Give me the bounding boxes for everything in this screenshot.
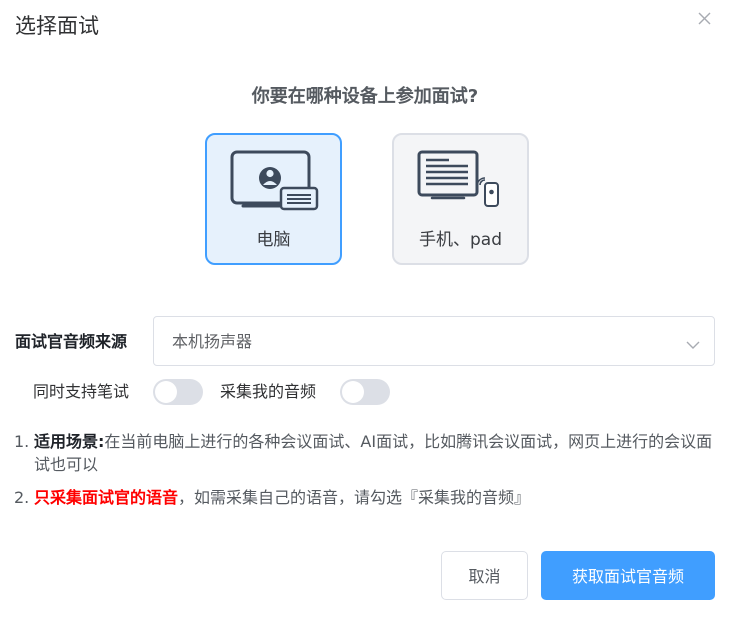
device-option-mobile[interactable]: 手机、pad	[392, 133, 529, 265]
note-bold: 适用场景:	[34, 432, 105, 451]
written-test-label: 同时支持笔试	[33, 382, 130, 401]
audio-source-value: 本机扬声器	[172, 332, 253, 351]
device-question: 你要在哪种设备上参加面试?	[251, 86, 479, 107]
audio-source-select[interactable]: 本机扬声器	[153, 316, 715, 366]
note-text: 在当前电脑上进行的各种会议面试、AI面试，比如腾讯会议面试，网页上进行的会议面试…	[34, 432, 713, 474]
cancel-button[interactable]: 取消	[441, 551, 528, 600]
dialog-title: 选择面试	[15, 14, 99, 38]
note-text: ，如需采集自己的语音，请勾选『采集我的音频』	[178, 488, 531, 507]
note-number: 2.	[14, 488, 30, 507]
capture-my-audio-switch[interactable]	[340, 379, 390, 405]
switch-knob	[342, 381, 364, 403]
device-label-mobile: 手机、pad	[419, 230, 502, 250]
notes-list: 1. 适用场景:在当前电脑上进行的各种会议面试、AI面试，比如腾讯会议面试，网页…	[14, 430, 716, 509]
get-interviewer-audio-button[interactable]: 获取面试官音频	[541, 551, 715, 600]
audio-source-label: 面试官音频来源	[15, 332, 128, 351]
note-item: 2. 只采集面试官的语音，如需采集自己的语音，请勾选『采集我的音频』	[14, 486, 716, 509]
written-test-switch[interactable]	[153, 379, 203, 405]
note-bold-warning: 只采集面试官的语音	[34, 488, 179, 507]
close-icon[interactable]	[695, 8, 715, 28]
select-interview-dialog: 选择面试 你要在哪种设备上参加面试? 电脑 手机、pad 面试官音频来源 本机扬…	[0, 0, 730, 618]
chevron-down-icon	[686, 335, 700, 354]
device-option-computer[interactable]: 电脑	[205, 133, 342, 265]
capture-my-audio-label: 采集我的音频	[220, 382, 317, 401]
device-label-computer: 电脑	[256, 230, 291, 250]
note-item: 1. 适用场景:在当前电脑上进行的各种会议面试、AI面试，比如腾讯会议面试，网页…	[14, 430, 716, 476]
switch-knob	[155, 381, 177, 403]
note-number: 1.	[14, 432, 30, 451]
